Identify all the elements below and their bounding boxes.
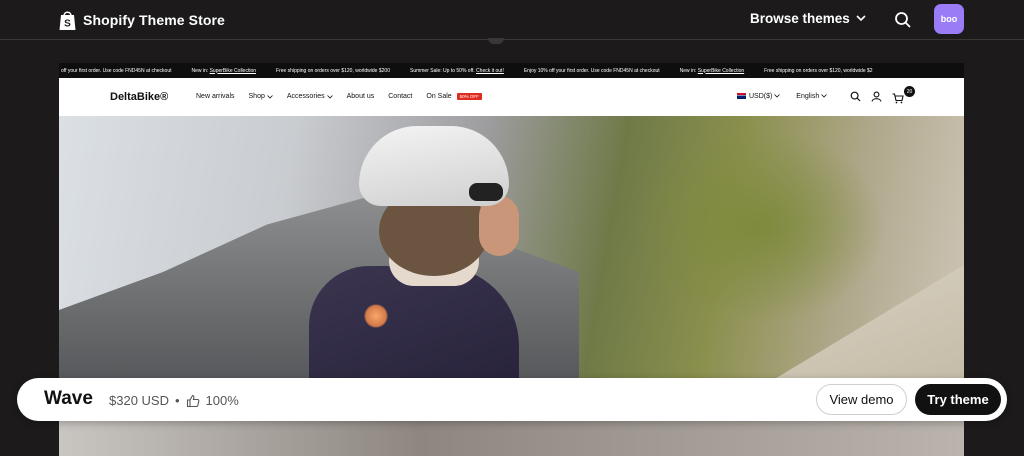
locale-selectors: USD($) English xyxy=(737,93,828,100)
nav-contact[interactable]: Contact xyxy=(388,93,412,100)
next-section-preview xyxy=(59,421,964,456)
shopify-bag-icon: S xyxy=(59,11,76,30)
view-demo-button[interactable]: View demo xyxy=(816,384,907,415)
chevron-down-icon xyxy=(267,94,273,99)
ticker-item: Summer Sale: Up to 50% off. Check it out… xyxy=(409,67,504,74)
uk-flag-icon xyxy=(737,93,746,100)
avatar[interactable]: boo xyxy=(934,4,964,34)
ticker-item: Free shipping on orders over $120, world… xyxy=(764,67,873,74)
hero-video xyxy=(59,116,964,378)
cart-button[interactable]: 20 xyxy=(892,86,915,109)
ticker-item: Enjoy 10% off your first order. Use code… xyxy=(523,67,660,74)
cart-count-badge: 20 xyxy=(904,86,915,97)
store-nav: New arrivals Shop Accessories About us C… xyxy=(196,93,482,100)
nav-about-us[interactable]: About us xyxy=(347,93,375,100)
announcement-ticker: off your first order. Use code FND45N at… xyxy=(59,63,964,78)
ticker-item: Free shipping on orders over $120, world… xyxy=(276,67,390,74)
nav-new-arrivals[interactable]: New arrivals xyxy=(196,93,235,100)
chevron-down-icon xyxy=(821,94,828,98)
shopify-theme-store-logo[interactable]: S Shopify Theme Store xyxy=(58,9,225,31)
user-icon[interactable] xyxy=(871,91,882,102)
store-name: Shopify Theme Store xyxy=(83,12,225,28)
theme-name: Wave xyxy=(44,388,93,409)
chevron-down-icon xyxy=(774,94,781,98)
scroll-indicator xyxy=(488,38,504,44)
search-icon[interactable] xyxy=(893,10,913,30)
theme-info-bar: Wave $320 USD • 100% View demo Try theme xyxy=(17,378,1007,421)
nav-on-sale[interactable]: On Sale 50% OFF xyxy=(426,93,482,100)
svg-text:S: S xyxy=(64,19,71,30)
ticker-link[interactable]: SuperBike Collection xyxy=(210,68,256,74)
hero-rider-sunglasses xyxy=(469,183,503,201)
theme-price: $320 USD xyxy=(109,393,169,408)
hero-light-flare xyxy=(364,304,388,328)
store-brand-logo[interactable]: DeltaBike® xyxy=(110,91,168,103)
top-navigation-bar: S Shopify Theme Store Browse themes boo xyxy=(0,0,1024,40)
thumbs-up-icon xyxy=(186,394,199,407)
nav-accessories[interactable]: Accessories xyxy=(287,93,333,100)
meta-separator: • xyxy=(174,393,180,408)
browse-themes-label: Browse themes xyxy=(750,11,850,26)
currency-selector[interactable]: USD($) xyxy=(737,93,781,100)
nav-shop[interactable]: Shop xyxy=(249,93,273,100)
language-selector[interactable]: English xyxy=(796,93,828,100)
ticker-link[interactable]: SuperBike Collection xyxy=(698,68,744,74)
browse-themes-menu[interactable]: Browse themes xyxy=(750,11,866,26)
search-icon[interactable] xyxy=(850,91,861,102)
ticker-item: off your first order. Use code FND45N at… xyxy=(61,67,172,74)
theme-rating: 100% xyxy=(205,393,239,408)
store-icons: 20 xyxy=(850,86,915,109)
chevron-down-icon xyxy=(326,94,333,99)
cart-icon xyxy=(892,93,904,104)
ticker-item: New in: SuperBike Collection xyxy=(679,67,745,74)
try-theme-button[interactable]: Try theme xyxy=(915,384,1001,415)
ticker-link[interactable]: Check it out! xyxy=(476,68,504,74)
sale-badge: 50% OFF xyxy=(456,93,482,100)
store-header: DeltaBike® New arrivals Shop Accessories… xyxy=(59,78,964,116)
theme-meta: $320 USD • 100% xyxy=(109,393,239,408)
ticker-item: New in: SuperBike Collection xyxy=(191,67,257,74)
hero-background-road xyxy=(763,256,964,378)
chevron-down-icon xyxy=(856,15,866,22)
